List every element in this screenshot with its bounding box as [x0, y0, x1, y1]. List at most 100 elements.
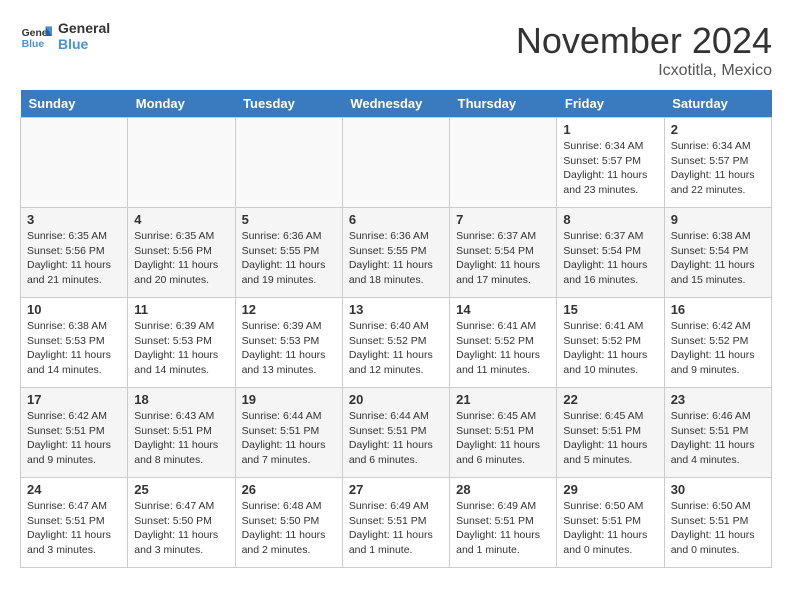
day-number: 5 — [242, 212, 336, 227]
day-number: 20 — [349, 392, 443, 407]
calendar-cell: 1 Sunrise: 6:34 AM Sunset: 5:57 PM Daylig… — [557, 118, 664, 208]
day-number: 12 — [242, 302, 336, 317]
calendar-cell — [128, 118, 235, 208]
day-number: 18 — [134, 392, 228, 407]
week-row-3: 10Sunrise: 6:38 AM Sunset: 5:53 PM Dayli… — [21, 298, 772, 388]
calendar-cell: 23Sunrise: 6:46 AM Sunset: 5:51 PM Dayli… — [664, 388, 771, 478]
day-info: Sunrise: 6:45 AM Sunset: 5:51 PM Dayligh… — [563, 409, 657, 468]
calendar-cell: 30 Sunrise: 6:50 AM Sunset: 5:51 PM Dayli… — [664, 478, 771, 568]
calendar-cell: 11 Sunrise: 6:39 AM Sunset: 5:53 PM Dayli… — [128, 298, 235, 388]
day-info: Sunrise: 6:39 AM Sunset: 5:53 PM Dayligh… — [134, 319, 228, 378]
day-header-thursday: Thursday — [450, 90, 557, 118]
calendar-cell: 3 Sunrise: 6:35 AM Sunset: 5:56 PM Daylig… — [21, 208, 128, 298]
calendar-cell: 10Sunrise: 6:38 AM Sunset: 5:53 PM Dayli… — [21, 298, 128, 388]
week-row-4: 17 Sunrise: 6:42 AM Sunset: 5:51 PM Dayli… — [21, 388, 772, 478]
calendar-cell: 2 Sunrise: 6:34 AM Sunset: 5:57 PM Daylig… — [664, 118, 771, 208]
day-number: 28 — [456, 482, 550, 497]
day-info: Sunrise: 6:50 AM Sunset: 5:51 PM Dayligh… — [671, 499, 765, 558]
day-info: Sunrise: 6:45 AM Sunset: 5:51 PM Dayligh… — [456, 409, 550, 468]
calendar-cell: 8 Sunrise: 6:37 AM Sunset: 5:54 PM Daylig… — [557, 208, 664, 298]
calendar-cell: 13 Sunrise: 6:40 AM Sunset: 5:52 PM Dayli… — [342, 298, 449, 388]
day-number: 25 — [134, 482, 228, 497]
day-number: 26 — [242, 482, 336, 497]
day-number: 2 — [671, 122, 765, 137]
calendar-cell: 20 Sunrise: 6:44 AM Sunset: 5:51 PM Dayli… — [342, 388, 449, 478]
day-number: 29 — [563, 482, 657, 497]
calendar-cell: 14 Sunrise: 6:41 AM Sunset: 5:52 PM Dayli… — [450, 298, 557, 388]
calendar-cell — [235, 118, 342, 208]
day-number: 30 — [671, 482, 765, 497]
day-info: Sunrise: 6:35 AM Sunset: 5:56 PM Dayligh… — [27, 229, 121, 288]
calendar-cell: 6 Sunrise: 6:36 AM Sunset: 5:55 PM Daylig… — [342, 208, 449, 298]
calendar-cell: 24 Sunrise: 6:47 AM Sunset: 5:51 PM Dayli… — [21, 478, 128, 568]
day-info: Sunrise: 6:44 AM Sunset: 5:51 PM Dayligh… — [349, 409, 443, 468]
day-number: 22 — [563, 392, 657, 407]
day-info: Sunrise: 6:37 AM Sunset: 5:54 PM Dayligh… — [456, 229, 550, 288]
calendar-cell: 26 Sunrise: 6:48 AM Sunset: 5:50 PM Dayli… — [235, 478, 342, 568]
day-number: 10 — [27, 302, 121, 317]
logo-icon: General Blue — [20, 20, 52, 52]
svg-text:Blue: Blue — [22, 39, 45, 50]
calendar-cell: 25 Sunrise: 6:47 AM Sunset: 5:50 PM Dayli… — [128, 478, 235, 568]
month-title: November 2024 — [516, 20, 772, 62]
day-number: 23 — [671, 392, 765, 407]
day-number: 6 — [349, 212, 443, 227]
calendar-table: SundayMondayTuesdayWednesdayThursdayFrid… — [20, 90, 772, 568]
day-header-tuesday: Tuesday — [235, 90, 342, 118]
day-info: Sunrise: 6:49 AM Sunset: 5:51 PM Dayligh… — [349, 499, 443, 558]
calendar-cell: 19 Sunrise: 6:44 AM Sunset: 5:51 PM Dayli… — [235, 388, 342, 478]
day-number: 14 — [456, 302, 550, 317]
logo-line2: Blue — [58, 36, 110, 52]
day-info: Sunrise: 6:39 AM Sunset: 5:53 PM Dayligh… — [242, 319, 336, 378]
day-number: 13 — [349, 302, 443, 317]
day-info: Sunrise: 6:44 AM Sunset: 5:51 PM Dayligh… — [242, 409, 336, 468]
day-number: 21 — [456, 392, 550, 407]
day-info: Sunrise: 6:41 AM Sunset: 5:52 PM Dayligh… — [563, 319, 657, 378]
calendar-body: 1 Sunrise: 6:34 AM Sunset: 5:57 PM Daylig… — [21, 118, 772, 568]
calendar-cell: 12 Sunrise: 6:39 AM Sunset: 5:53 PM Dayli… — [235, 298, 342, 388]
day-number: 19 — [242, 392, 336, 407]
page-header: General Blue General Blue November 2024 … — [20, 20, 772, 80]
calendar-header-row: SundayMondayTuesdayWednesdayThursdayFrid… — [21, 90, 772, 118]
day-number: 8 — [563, 212, 657, 227]
week-row-2: 3 Sunrise: 6:35 AM Sunset: 5:56 PM Daylig… — [21, 208, 772, 298]
day-info: Sunrise: 6:50 AM Sunset: 5:51 PM Dayligh… — [563, 499, 657, 558]
title-block: November 2024 Icxotitla, Mexico — [516, 20, 772, 80]
calendar-cell: 29 Sunrise: 6:50 AM Sunset: 5:51 PM Dayli… — [557, 478, 664, 568]
logo-line1: General — [58, 20, 110, 36]
calendar-cell: 27Sunrise: 6:49 AM Sunset: 5:51 PM Dayli… — [342, 478, 449, 568]
day-info: Sunrise: 6:36 AM Sunset: 5:55 PM Dayligh… — [349, 229, 443, 288]
day-number: 11 — [134, 302, 228, 317]
day-info: Sunrise: 6:34 AM Sunset: 5:57 PM Dayligh… — [671, 139, 765, 198]
day-header-saturday: Saturday — [664, 90, 771, 118]
day-number: 3 — [27, 212, 121, 227]
day-info: Sunrise: 6:37 AM Sunset: 5:54 PM Dayligh… — [563, 229, 657, 288]
day-number: 15 — [563, 302, 657, 317]
day-number: 17 — [27, 392, 121, 407]
day-number: 24 — [27, 482, 121, 497]
day-info: Sunrise: 6:47 AM Sunset: 5:50 PM Dayligh… — [134, 499, 228, 558]
calendar-cell: 7 Sunrise: 6:37 AM Sunset: 5:54 PM Daylig… — [450, 208, 557, 298]
calendar-cell: 22 Sunrise: 6:45 AM Sunset: 5:51 PM Dayli… — [557, 388, 664, 478]
day-info: Sunrise: 6:42 AM Sunset: 5:51 PM Dayligh… — [27, 409, 121, 468]
calendar-cell: 4Sunrise: 6:35 AM Sunset: 5:56 PM Daylig… — [128, 208, 235, 298]
day-info: Sunrise: 6:43 AM Sunset: 5:51 PM Dayligh… — [134, 409, 228, 468]
day-info: Sunrise: 6:41 AM Sunset: 5:52 PM Dayligh… — [456, 319, 550, 378]
day-info: Sunrise: 6:34 AM Sunset: 5:57 PM Dayligh… — [563, 139, 657, 198]
day-header-wednesday: Wednesday — [342, 90, 449, 118]
day-info: Sunrise: 6:38 AM Sunset: 5:54 PM Dayligh… — [671, 229, 765, 288]
day-number: 4 — [134, 212, 228, 227]
day-number: 1 — [563, 122, 657, 137]
day-info: Sunrise: 6:48 AM Sunset: 5:50 PM Dayligh… — [242, 499, 336, 558]
day-number: 7 — [456, 212, 550, 227]
day-info: Sunrise: 6:40 AM Sunset: 5:52 PM Dayligh… — [349, 319, 443, 378]
day-info: Sunrise: 6:49 AM Sunset: 5:51 PM Dayligh… — [456, 499, 550, 558]
calendar-cell: 18 Sunrise: 6:43 AM Sunset: 5:51 PM Dayli… — [128, 388, 235, 478]
day-info: Sunrise: 6:36 AM Sunset: 5:55 PM Dayligh… — [242, 229, 336, 288]
day-info: Sunrise: 6:47 AM Sunset: 5:51 PM Dayligh… — [27, 499, 121, 558]
calendar-cell: 21 Sunrise: 6:45 AM Sunset: 5:51 PM Dayli… — [450, 388, 557, 478]
calendar-cell: 5 Sunrise: 6:36 AM Sunset: 5:55 PM Daylig… — [235, 208, 342, 298]
calendar-cell: 9Sunrise: 6:38 AM Sunset: 5:54 PM Daylig… — [664, 208, 771, 298]
location: Icxotitla, Mexico — [516, 62, 772, 80]
calendar-cell — [450, 118, 557, 208]
